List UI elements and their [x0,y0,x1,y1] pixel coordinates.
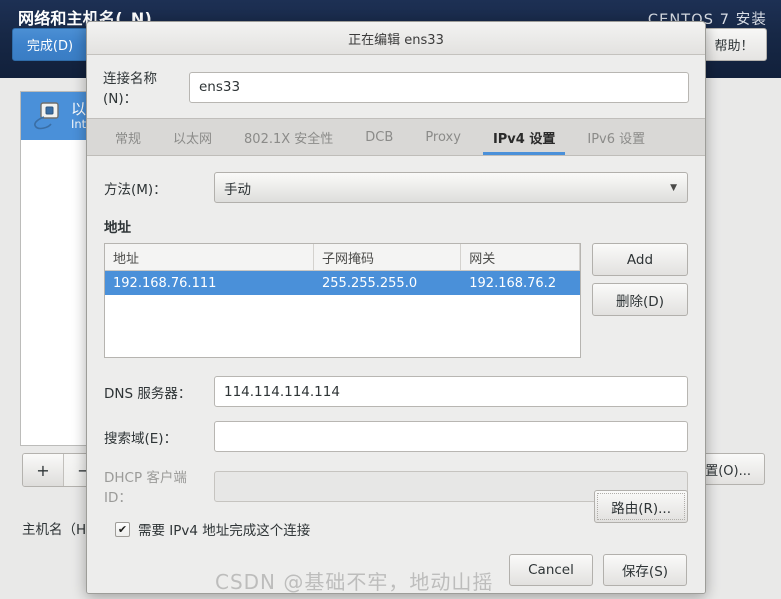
save-button[interactable]: 保存(S) [603,554,687,586]
tab-ipv6-settings[interactable]: IPv6 设置 [571,119,661,155]
tab-proxy[interactable]: Proxy [409,119,477,155]
address-buttons: Add 删除(D) [592,243,688,316]
dialog-tabbar: 常规 以太网 802.1X 安全性 DCB Proxy IPv4 设置 IPv6… [87,118,705,156]
delete-address-button[interactable]: 删除(D) [592,283,688,316]
tab-8021x-security[interactable]: 802.1X 安全性 [228,119,349,155]
column-header-gateway: 网关 [461,244,580,270]
tab-ethernet[interactable]: 以太网 [157,119,228,155]
help-button[interactable]: 帮助！ [701,28,767,61]
routes-button[interactable]: 路由(R)... [594,490,688,523]
ipv4-settings-page: 方法(M)： 手动 ▼ 地址 地址 子网掩码 网关 192.168.76.111… [87,156,705,539]
search-domains-label: 搜索域(E)： [104,430,178,447]
cancel-button[interactable]: Cancel [509,554,593,586]
addresses-heading: 地址 [104,220,131,236]
method-label: 方法(M)： [104,181,167,198]
addresses-area: 地址 子网掩码 网关 192.168.76.111 255.255.255.0 … [104,243,688,358]
require-ipv4-checkbox[interactable]: ✔ [115,521,130,537]
table-row[interactable]: 192.168.76.111 255.255.255.0 192.168.76.… [105,271,580,295]
connection-name-row: 连接名称(N)： ens33 [87,55,705,118]
dhcp-client-id-label: DHCP 客户端 ID： [104,470,187,506]
search-domains-row: 搜索域(E)： [104,421,688,452]
tab-dcb[interactable]: DCB [349,119,409,155]
dns-row: DNS 服务器： 114.114.114.114 [104,376,688,407]
connection-name-label: 连接名称(N)： [103,71,157,107]
column-header-address: 地址 [105,244,314,270]
cell-netmask: 255.255.255.0 [322,275,418,291]
dialog-titlebar: 正在编辑 ens33 [87,22,705,55]
done-button[interactable]: 完成(D) [12,28,88,61]
method-row: 方法(M)： 手动 ▼ [104,172,688,203]
dialog-title: 正在编辑 ens33 [348,32,444,48]
tab-general[interactable]: 常规 [99,119,157,155]
cell-address: 192.168.76.111 [113,275,217,291]
ethernet-icon [29,99,63,133]
method-select[interactable]: 手动 ▼ [214,172,688,203]
connection-name-input[interactable]: ens33 [189,71,689,103]
require-ipv4-label: 需要 IPv4 地址完成这个连接 [138,523,311,539]
method-value: 手动 [224,181,251,198]
column-header-netmask: 子网掩码 [314,244,462,270]
dialog-action-buttons: Cancel 保存(S) [87,539,705,593]
dns-label: DNS 服务器： [104,385,192,402]
addresses-table[interactable]: 地址 子网掩码 网关 192.168.76.111 255.255.255.0 … [104,243,581,358]
table-header-row: 地址 子网掩码 网关 [105,244,580,271]
chevron-down-icon: ▼ [670,182,677,193]
tab-ipv4-settings[interactable]: IPv4 设置 [477,119,571,155]
add-address-button[interactable]: Add [592,243,688,276]
add-device-button[interactable]: + [23,454,64,486]
dns-input[interactable]: 114.114.114.114 [214,376,688,407]
search-domains-input[interactable] [214,421,688,452]
edit-connection-dialog: 正在编辑 ens33 连接名称(N)： ens33 常规 以太网 802.1X … [86,21,706,594]
cell-gateway: 192.168.76.2 [469,275,557,291]
